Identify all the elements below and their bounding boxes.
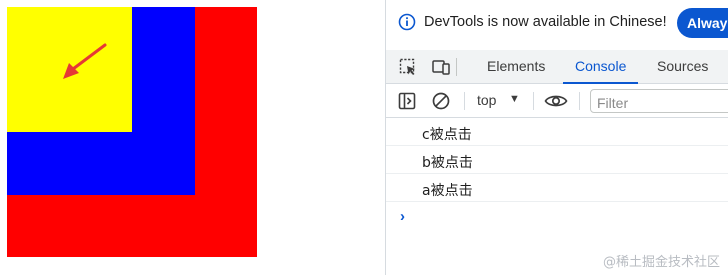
tabbar-divider (456, 58, 457, 76)
tab-sources[interactable]: Sources (657, 50, 708, 83)
toolbar-divider (464, 92, 465, 110)
box-a-red[interactable] (7, 7, 257, 257)
arrow-icon (63, 43, 107, 79)
toolbar-divider (579, 92, 580, 110)
context-selector[interactable]: top (477, 92, 496, 108)
console-message: a被点击 (386, 174, 728, 202)
eye-icon[interactable] (544, 91, 568, 111)
console-message-text: b被点击 (422, 155, 473, 171)
console-message-text: c被点击 (422, 127, 472, 143)
info-icon (398, 13, 416, 31)
filter-input[interactable] (590, 89, 728, 113)
demo-area (0, 0, 385, 275)
box-c-yellow[interactable] (7, 7, 132, 132)
devtools-panel: DevTools is now available in Chinese! Al… (385, 0, 728, 275)
sidebar-toggle-icon[interactable] (397, 91, 417, 111)
notice-text: DevTools is now available in Chinese! (424, 14, 667, 30)
always-match-language-button[interactable]: Always (677, 8, 728, 38)
caret-down-icon[interactable]: ▼ (509, 93, 520, 105)
tab-elements[interactable]: Elements (487, 50, 545, 83)
tab-console[interactable]: Console (562, 50, 639, 84)
language-notice-bar: DevTools is now available in Chinese! Al… (386, 0, 728, 46)
device-toolbar-icon[interactable] (431, 57, 451, 77)
console-prompt[interactable]: › (400, 208, 405, 225)
console-message: c被点击 (386, 118, 728, 146)
box-b-blue[interactable] (7, 7, 195, 195)
console-toolbar: top ▼ (386, 84, 728, 118)
clear-console-icon[interactable] (431, 91, 451, 111)
console-log-list: c被点击 b被点击 a被点击 (386, 118, 728, 202)
page: DevTools is now available in Chinese! Al… (0, 0, 728, 275)
console-message-text: a被点击 (422, 183, 473, 199)
inspect-element-icon[interactable] (398, 57, 418, 77)
toolbar-divider (533, 92, 534, 110)
devtools-tabbar: Elements Console Sources (386, 50, 728, 84)
console-message: b被点击 (386, 146, 728, 174)
watermark: @稀土掘金技术社区 (602, 255, 720, 270)
